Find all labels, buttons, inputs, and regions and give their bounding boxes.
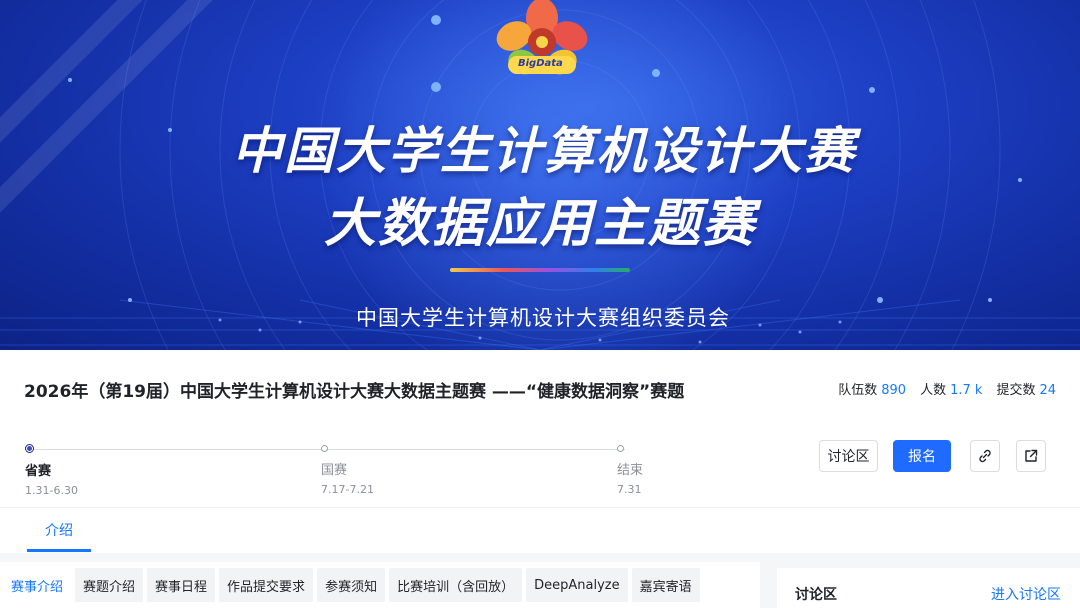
stat-people-label: 人数 — [920, 383, 947, 398]
signup-button[interactable]: 报名 — [893, 440, 951, 472]
tab-intro[interactable]: 介绍 — [27, 520, 91, 540]
timeline-stage-name: 结束 — [617, 463, 644, 478]
timeline-stage-national: 国赛 7.17-7.21 — [321, 444, 374, 496]
intro-subtabs: 赛事介绍 赛题介绍 赛事日程 作品提交要求 参赛须知 比赛培训（含回放） Dee… — [3, 568, 700, 602]
timeline-stage-date: 1.31-6.30 — [25, 484, 78, 497]
stat-submissions-value: 24 — [1039, 383, 1056, 398]
copy-link-button[interactable] — [970, 440, 1000, 472]
subtab-deepanalyze[interactable]: DeepAnalyze — [526, 568, 628, 602]
tab-active-indicator — [27, 549, 91, 552]
timeline-stage-name: 国赛 — [321, 463, 348, 478]
discussion-panel-heading: 讨论区 — [795, 587, 837, 603]
banner-title-line-1: 中国大学生计算机设计大赛 — [232, 122, 856, 180]
timeline-stage-provincial: 省赛 1.31-6.30 — [25, 444, 78, 497]
share-button[interactable] — [1016, 440, 1046, 472]
stage-timeline: 省赛 1.31-6.30 国赛 7.17-7.21 结束 7.31 — [25, 444, 643, 497]
discussion-panel: 讨论区 进入讨论区 — [777, 568, 1080, 608]
subtab-problem-intro[interactable]: 赛题介绍 — [75, 568, 144, 602]
subtab-schedule[interactable]: 赛事日程 — [147, 568, 216, 602]
timeline-stage-date: 7.17-7.21 — [321, 483, 374, 496]
hero-banner: BigData 中国大学生计算机设计大赛 大数据应用主题赛 中国大学生计算机设计… — [0, 0, 1080, 350]
timeline-dot — [321, 445, 328, 452]
timeline-stage-date: 7.31 — [617, 483, 642, 496]
competition-stats: 队伍数 890 人数 1.7 k 提交数 24 — [838, 379, 1056, 398]
logo-wordmark: BigData — [518, 58, 563, 69]
banner-divider — [450, 268, 630, 272]
bigdata-logo — [496, 0, 588, 75]
share-icon — [1025, 449, 1038, 462]
banner-organizer: 中国大学生计算机设计大赛组织委员会 — [356, 306, 730, 330]
stat-teams-value: 890 — [881, 383, 907, 398]
discussion-button[interactable]: 讨论区 — [819, 440, 878, 472]
banner-title-line-2: 大数据应用主题赛 — [323, 194, 756, 254]
subtab-participation-notes[interactable]: 参赛须知 — [317, 568, 386, 602]
timeline-stage-end: 结束 7.31 — [617, 444, 643, 496]
timeline-dot — [617, 445, 624, 452]
subtab-guest-messages[interactable]: 嘉宾寄语 — [631, 568, 700, 602]
enter-discussion-link[interactable]: 进入讨论区 — [991, 584, 1061, 604]
card-divider — [0, 507, 1080, 508]
competition-title: 2026年（第19届）中国大学生计算机设计大赛大数据主题赛 ——“健康数据洞察”… — [24, 382, 685, 402]
stat-teams-label: 队伍数 — [838, 383, 878, 398]
timeline-dot-active — [25, 444, 34, 453]
stat-people-value: 1.7 k — [950, 383, 983, 398]
subtab-training[interactable]: 比赛培训（含回放） — [389, 568, 523, 602]
competition-info-card: 2026年（第19届）中国大学生计算机设计大赛大数据主题赛 ——“健康数据洞察”… — [0, 350, 1080, 553]
subtab-submission-requirements[interactable]: 作品提交要求 — [219, 568, 314, 602]
stat-submissions-label: 提交数 — [996, 383, 1036, 398]
link-icon — [979, 449, 991, 463]
subtab-event-intro[interactable]: 赛事介绍 — [3, 568, 72, 602]
timeline-stage-name: 省赛 — [25, 464, 52, 479]
